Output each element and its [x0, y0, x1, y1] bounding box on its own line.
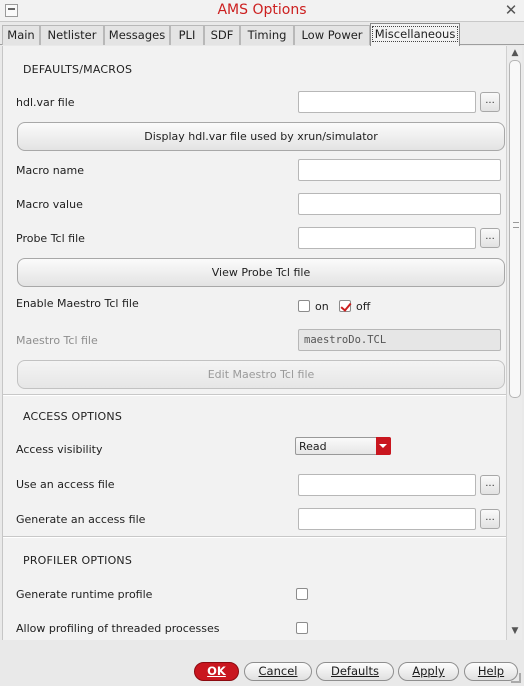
maestro-on-checkbox[interactable] [298, 300, 310, 312]
dialog-footer: OK Cancel Defaults Apply Help [0, 640, 524, 686]
tab-timing[interactable]: Timing [240, 25, 294, 45]
maestro-off-checkbox[interactable] [339, 300, 351, 312]
tab-messages[interactable]: Messages [104, 25, 170, 45]
use-access-browse-button[interactable]: ... [480, 475, 500, 495]
section-divider [3, 536, 506, 538]
tab-netlister[interactable]: Netlister [40, 25, 104, 45]
tab-bar: Main Netlister Messages PLI SDF Timing L… [0, 23, 524, 46]
macro-value-label: Macro value [16, 198, 83, 211]
tab-miscellaneous[interactable]: Miscellaneous [370, 23, 460, 46]
help-button[interactable]: Help [464, 662, 518, 681]
macro-value-input[interactable] [298, 193, 501, 215]
scrollbar-thumb[interactable] [509, 60, 521, 398]
title-bar: AMS Options ✕ [0, 0, 524, 22]
access-visibility-select[interactable]: Read [295, 437, 391, 455]
threaded-profiling-label: Allow profiling of threaded processes [16, 622, 220, 635]
probe-browse-button[interactable]: ... [480, 228, 500, 248]
tab-pli[interactable]: PLI [170, 25, 204, 45]
scroll-up-icon[interactable]: ▲ [510, 48, 520, 58]
tab-main[interactable]: Main [2, 25, 40, 45]
macro-name-label: Macro name [16, 164, 84, 177]
hdlvar-browse-button[interactable]: ... [480, 92, 500, 112]
cancel-button[interactable]: Cancel [244, 662, 312, 681]
generate-access-file-input[interactable] [298, 508, 476, 530]
section-divider [3, 394, 506, 396]
generate-access-browse-button[interactable]: ... [480, 509, 500, 529]
hdlvar-file-label: hdl.var file [16, 96, 75, 109]
defaults-button[interactable]: Defaults [316, 662, 394, 681]
use-access-file-input[interactable] [298, 474, 476, 496]
apply-button-label: Apply [412, 664, 445, 678]
tab-sdf[interactable]: SDF [204, 25, 240, 45]
cancel-button-label: Cancel [258, 664, 298, 678]
maestro-file-label: Maestro Tcl file [16, 334, 98, 347]
ok-button-label: OK [207, 664, 226, 678]
probe-tcl-label: Probe Tcl file [16, 232, 85, 245]
generate-access-file-label: Generate an access file [16, 513, 146, 526]
macro-name-input[interactable] [298, 159, 501, 181]
apply-button[interactable]: Apply [398, 662, 459, 681]
view-probe-button[interactable]: View Probe Tcl file [17, 258, 505, 287]
chevron-down-icon[interactable] [376, 437, 391, 455]
resize-grip-icon[interactable] [511, 673, 521, 683]
ok-button[interactable]: OK [194, 662, 239, 681]
defaults-macros-heading: DEFAULTS/MACROS [23, 63, 133, 76]
profiler-options-heading: PROFILER OPTIONS [23, 554, 133, 567]
vertical-scrollbar[interactable]: ▲ ▼ [506, 46, 522, 640]
hdlvar-file-input[interactable] [298, 91, 476, 113]
runtime-profile-checkbox[interactable] [296, 588, 308, 600]
display-hdlvar-button[interactable]: Display hdl.var file used by xrun/simula… [17, 122, 505, 151]
tab-low-power[interactable]: Low Power [294, 25, 370, 45]
enable-maestro-label: Enable Maestro Tcl file [16, 297, 139, 310]
edit-maestro-button: Edit Maestro Tcl file [17, 360, 505, 389]
access-options-heading: ACCESS OPTIONS [23, 410, 123, 423]
defaults-button-label: Defaults [330, 664, 379, 678]
close-icon[interactable]: ✕ [503, 1, 519, 19]
miscellaneous-panel: DEFAULTS/MACROS hdl.var file ... Display… [2, 46, 506, 640]
maestro-off-label: off [356, 300, 371, 313]
window-title: AMS Options [217, 2, 307, 18]
maestro-file-input: maestroDo.TCL [298, 329, 501, 351]
probe-tcl-input[interactable] [298, 227, 476, 249]
access-visibility-label: Access visibility [16, 443, 103, 456]
help-button-label: Help [477, 664, 505, 678]
grip-icon [513, 222, 519, 228]
maestro-on-label: on [315, 300, 329, 313]
use-access-file-label: Use an access file [16, 478, 115, 491]
access-visibility-value: Read [299, 440, 327, 453]
tab-miscellaneous-label: Miscellaneous [371, 26, 459, 42]
threaded-profiling-checkbox[interactable] [296, 622, 308, 634]
runtime-profile-label: Generate runtime profile [16, 588, 153, 601]
scroll-down-icon[interactable]: ▼ [510, 626, 520, 636]
